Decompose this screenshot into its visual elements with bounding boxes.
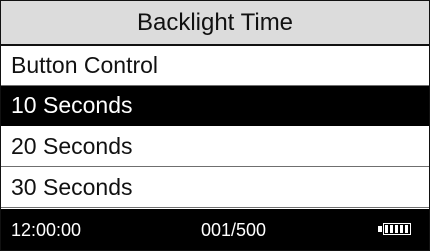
menu-item-30-seconds[interactable]: 30 Seconds	[1, 168, 429, 208]
battery-level-fill	[385, 225, 409, 233]
menu-item-label: 20 Seconds	[11, 133, 133, 159]
time-display: 12:00:00	[11, 220, 82, 240]
backlight-time-menu: Button Control 10 Seconds 20 Seconds 30 …	[1, 46, 429, 209]
menu-item-label: 30 Seconds	[11, 174, 133, 200]
battery-body	[383, 223, 411, 235]
battery-icon	[378, 223, 414, 237]
menu-item-label: Button Control	[11, 52, 159, 78]
device-screen: Backlight Time Button Control 10 Seconds…	[0, 0, 430, 251]
record-counter: 001/500	[201, 220, 267, 240]
battery-cap	[378, 226, 382, 232]
menu-item-button-control[interactable]: Button Control	[1, 46, 429, 86]
status-bar: 12:00:00 001/500	[1, 209, 429, 250]
menu-item-label: 10 Seconds	[11, 92, 133, 118]
menu-item-20-seconds[interactable]: 20 Seconds	[1, 127, 429, 167]
menu-item-10-seconds[interactable]: 10 Seconds	[1, 86, 429, 126]
page-title: Backlight Time	[1, 1, 429, 46]
